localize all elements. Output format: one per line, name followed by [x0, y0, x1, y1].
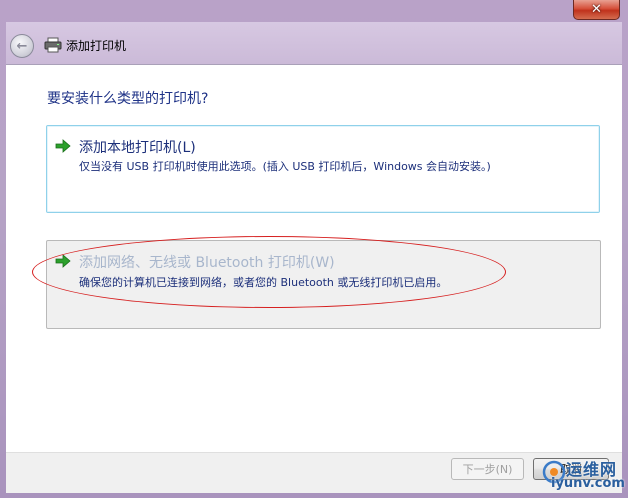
- option-network-title: 添加网络、无线或 Bluetooth 打印机(W): [79, 255, 335, 271]
- option-local-description: 仅当没有 USB 打印机时使用此选项。(插入 USB 打印机后，Windows …: [79, 160, 491, 173]
- next-button[interactable]: 下一步(N): [451, 458, 524, 480]
- green-arrow-icon: [55, 254, 71, 268]
- window-title: 添加打印机: [66, 39, 127, 53]
- page-question: 要安装什么类型的打印机?: [47, 91, 209, 107]
- watermark-url: iyunv.com: [551, 476, 625, 491]
- option-local-title: 添加本地打印机(L): [79, 140, 196, 156]
- option-network-description: 确保您的计算机已连接到网络，或者您的 Bluetooth 或无线打印机已启用。: [79, 276, 448, 289]
- close-button[interactable]: ✕: [573, 0, 620, 20]
- printer-icon: [44, 37, 62, 53]
- back-button[interactable]: ←: [10, 34, 34, 58]
- footer-bar: [6, 452, 622, 493]
- close-icon: ✕: [591, 2, 602, 17]
- green-arrow-icon: [55, 139, 71, 153]
- back-arrow-icon: ←: [16, 38, 28, 54]
